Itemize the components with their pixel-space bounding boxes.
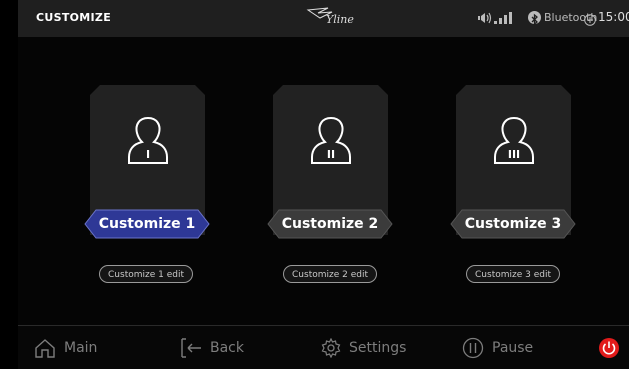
brand-logo: Yline — [304, 4, 360, 32]
customize-card-1[interactable]: I Customize 1 — [84, 85, 210, 245]
home-icon — [35, 338, 55, 358]
card-label[interactable]: Customize 3 — [450, 209, 576, 239]
pause-nav-button[interactable]: Pause — [462, 326, 533, 369]
profile-numeral: II — [327, 148, 335, 161]
customize-card-2[interactable]: II Customize 2 — [267, 85, 393, 245]
page-title: CUSTOMIZE — [36, 11, 112, 24]
settings-nav-button[interactable]: Settings — [321, 326, 406, 369]
card-label[interactable]: Customize 1 — [84, 209, 210, 239]
back-label: Back — [210, 339, 244, 356]
customize-card-3[interactable]: III Customize 3 — [450, 85, 576, 245]
customize-2-edit-button[interactable]: Customize 2 edit — [283, 265, 377, 283]
customize-3-edit-button[interactable]: Customize 3 edit — [466, 265, 560, 283]
screen-frame: CUSTOMIZE Yline Bluetooth 15:00 I Custom… — [18, 0, 629, 369]
pause-icon — [462, 337, 484, 358]
card-label[interactable]: Customize 2 — [267, 209, 393, 239]
add-circle-icon — [584, 11, 596, 26]
bluetooth-icon[interactable] — [528, 11, 541, 26]
user-profile-icon: II — [311, 116, 351, 164]
profile-numeral: III — [508, 148, 520, 161]
power-button[interactable] — [599, 338, 619, 358]
logo-text: Yline — [326, 13, 354, 26]
back-arrow-icon — [181, 337, 201, 358]
pause-label: Pause — [492, 339, 534, 356]
signal-strength-icon — [494, 12, 514, 24]
power-icon — [602, 341, 616, 355]
customize-1-edit-button[interactable]: Customize 1 edit — [99, 265, 193, 283]
user-profile-icon: I — [128, 116, 168, 164]
clock-time: 15:00 — [598, 10, 629, 24]
profile-numeral: I — [146, 148, 150, 161]
header-bar: CUSTOMIZE Yline Bluetooth 15:00 — [18, 0, 629, 37]
main-nav-button[interactable]: Main — [34, 326, 97, 369]
user-profile-icon: III — [494, 116, 534, 164]
footer-nav-bar: Main Back Settings Pause — [18, 325, 629, 369]
speaker-icon — [478, 12, 494, 27]
gear-icon — [321, 337, 341, 358]
settings-label: Settings — [349, 339, 407, 356]
back-nav-button[interactable]: Back — [180, 326, 244, 369]
main-label: Main — [64, 339, 98, 356]
